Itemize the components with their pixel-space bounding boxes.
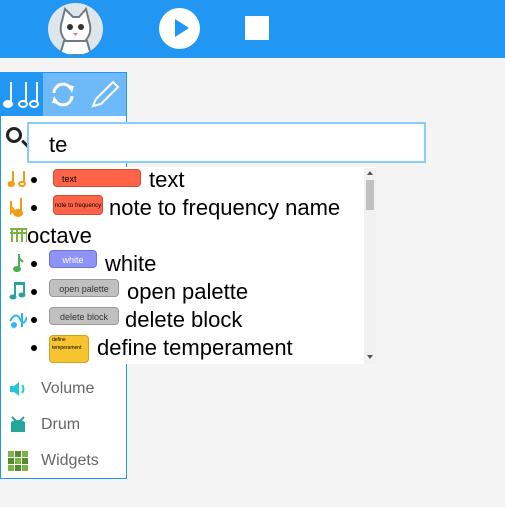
result-label[interactable]: define temperament — [97, 335, 293, 361]
block-preview[interactable]: define temperament — [49, 335, 89, 363]
result-label[interactable]: white — [105, 251, 156, 277]
palette-tab-music[interactable] — [1, 73, 43, 116]
block-preview[interactable]: white — [49, 250, 97, 268]
refresh-icon — [52, 82, 74, 107]
volume-icon — [10, 382, 25, 396]
widgets-icon — [8, 451, 28, 471]
ornament-icon — [9, 313, 28, 328]
bullet — [31, 317, 37, 323]
search-results: text text note to frequency note to freq… — [27, 167, 376, 364]
stop-button[interactable] — [245, 16, 269, 40]
palette-item-label: Volume — [41, 380, 95, 397]
bullet — [31, 177, 37, 183]
scrollbar-thumb[interactable] — [366, 180, 374, 210]
scroll-up-icon[interactable] — [364, 168, 376, 178]
music-notes-icon — [3, 82, 39, 108]
result-label-wrap: octave — [27, 223, 92, 248]
scroll-down-icon[interactable] — [364, 352, 376, 362]
flat-note-icon — [10, 198, 23, 217]
music-note-icon — [9, 282, 26, 300]
palette-item-label: Drum — [41, 416, 81, 433]
results-scrollbar[interactable] — [364, 168, 376, 364]
drum-icon — [11, 416, 25, 432]
play-button[interactable] — [159, 8, 200, 49]
palette-tab-pen[interactable] — [84, 73, 126, 116]
block-preview[interactable]: text — [53, 169, 141, 187]
bullet — [31, 261, 37, 267]
block-preview[interactable]: note to frequency — [53, 195, 103, 215]
palette-tabs — [1, 73, 126, 116]
palette-item-widgets[interactable]: Widgets — [8, 447, 128, 475]
notes-icon — [8, 171, 26, 187]
palette-item-label: Widgets — [41, 452, 99, 469]
bullet — [31, 289, 37, 295]
pen-icon — [91, 80, 120, 108]
search-icon[interactable] — [6, 127, 22, 143]
tone-icon — [13, 254, 24, 272]
toolbar — [0, 0, 505, 58]
bullet — [31, 345, 37, 351]
result-label[interactable]: note to frequency name — [109, 195, 340, 221]
palette-tab-refresh[interactable] — [43, 73, 84, 116]
block-preview[interactable]: delete block — [49, 307, 119, 325]
search-input[interactable]: te — [27, 122, 426, 163]
piano-icon — [10, 228, 28, 242]
bullet — [31, 205, 37, 211]
result-label[interactable]: delete block — [125, 307, 242, 333]
result-label[interactable]: text — [149, 167, 184, 193]
cat-logo-icon[interactable] — [48, 3, 103, 55]
palette-item-volume[interactable]: Volume — [8, 375, 128, 403]
palette-item-drum[interactable]: Drum — [8, 411, 128, 439]
result-label[interactable]: open palette — [127, 279, 248, 305]
block-preview[interactable]: open palette — [49, 279, 119, 297]
